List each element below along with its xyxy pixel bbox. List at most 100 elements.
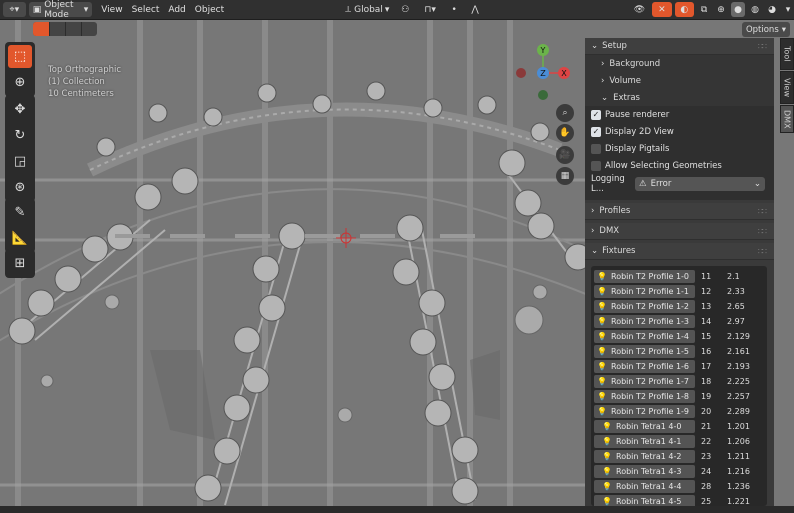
camera-icon[interactable]: 🎥	[556, 146, 574, 164]
snap-button[interactable]: ⊓▾	[417, 2, 444, 17]
selection-mode-buttons[interactable]	[33, 22, 97, 36]
select-new-icon[interactable]	[33, 22, 49, 36]
drag-handle-icon[interactable]: ∷∷	[758, 207, 767, 216]
list-item[interactable]: 💡 Robin T2 Profile 1-2 13 2.65	[591, 299, 767, 314]
menu-object[interactable]: Object	[195, 5, 224, 15]
checkbox-unchecked-icon[interactable]	[591, 160, 601, 171]
section-profiles[interactable]: › Profiles ∷∷	[585, 203, 774, 220]
shading-solid-icon[interactable]: ●	[731, 2, 746, 17]
select-extend-icon[interactable]	[49, 22, 65, 36]
overlay-button[interactable]: ◐	[674, 2, 695, 17]
select-invert-icon[interactable]	[81, 22, 97, 36]
gizmo-y-label: Y	[540, 46, 546, 55]
allow-selecting-checkbox[interactable]: Allow Selecting Geometries	[585, 157, 774, 174]
list-item[interactable]: 💡 Robin T2 Profile 1-5 16 2.161	[591, 344, 767, 359]
chevron-down-icon: ⌄	[753, 178, 761, 189]
annotate-tool-icon[interactable]: ✎	[8, 201, 32, 224]
menu-view[interactable]: View	[101, 5, 122, 15]
scale-info-text: 10 Centimeters	[48, 89, 114, 99]
move-tool-icon[interactable]: ✥	[8, 98, 32, 121]
scale-tool-icon[interactable]: ◲	[8, 150, 32, 173]
list-item[interactable]: 💡 Robin Tetra1 4-4 28 1.236	[591, 479, 767, 494]
xray-button[interactable]: ⧉	[697, 2, 712, 17]
list-item[interactable]: 💡 Robin Tetra1 4-3 24 1.216	[591, 464, 767, 479]
lightbulb-icon: 💡	[602, 467, 612, 476]
fixture-name: Robin T2 Profile 1-5	[611, 347, 690, 356]
fixture-address: 2.161	[727, 347, 750, 356]
section-dmx[interactable]: › DMX ∷∷	[585, 223, 774, 240]
shading-material-icon[interactable]: ◍	[748, 2, 763, 17]
zoom-icon[interactable]: ⌕	[556, 104, 574, 122]
list-item[interactable]: 💡 Robin T2 Profile 1-6 17 2.193	[591, 359, 767, 374]
visibility-button[interactable]: 👁	[629, 2, 650, 17]
list-item[interactable]: 💡 Robin Tetra1 4-0 21 1.201	[591, 419, 767, 434]
tab-tool[interactable]: Tool	[780, 38, 794, 70]
subsection-extras[interactable]: ⌄ Extras	[585, 89, 774, 106]
chevron-right-icon: ›	[591, 206, 595, 216]
tab-view[interactable]: View	[780, 71, 794, 104]
display-2d-checkbox[interactable]: ✓ Display 2D View	[585, 123, 774, 140]
logging-level-dropdown[interactable]: ⚠ Error ⌄	[635, 176, 765, 191]
drag-handle-icon[interactable]: ∷∷	[758, 247, 767, 256]
measure-tool-icon[interactable]: 📐	[8, 227, 32, 250]
list-item[interactable]: 💡 Robin Tetra1 4-2 23 1.211	[591, 449, 767, 464]
status-bar	[0, 506, 794, 513]
list-item[interactable]: 💡 Robin T2 Profile 1-9 20 2.289	[591, 404, 767, 419]
menu-select[interactable]: Select	[132, 5, 160, 15]
gizmo-button[interactable]: ✕	[652, 2, 672, 17]
shading-options-button[interactable]: ▾	[782, 2, 794, 17]
list-item[interactable]: 💡 Robin Tetra1 4-1 22 1.206	[591, 434, 767, 449]
proportional-edit-button[interactable]: •	[446, 2, 463, 17]
subsection-background[interactable]: › Background	[585, 55, 774, 72]
shading-wireframe-icon[interactable]: ⊕	[714, 2, 729, 17]
ortho-grid-icon[interactable]: ▦	[556, 167, 574, 185]
pan-hand-icon[interactable]: ✋	[556, 124, 574, 142]
transform-tool-icon[interactable]: ⊛	[8, 176, 32, 199]
rotate-tool-icon[interactable]: ↻	[8, 124, 32, 147]
fixture-address: 2.97	[727, 317, 745, 326]
fixture-id: 21	[701, 422, 712, 431]
checkbox-checked-icon[interactable]: ✓	[591, 109, 601, 120]
fixtures-list[interactable]: 💡 Robin T2 Profile 1-0 11 2.1 💡 Robin T2 Pro…	[591, 266, 767, 506]
falloff-button[interactable]: ⋀	[465, 2, 485, 17]
fixture-address: 1.221	[727, 497, 750, 506]
pivot-point-button[interactable]: ⚇	[396, 2, 415, 17]
list-item[interactable]: 💡 Robin T2 Profile 1-8 19 2.257	[591, 389, 767, 404]
list-item[interactable]: 💡 Robin T2 Profile 1-7 18 2.225	[591, 374, 767, 389]
options-label: Options	[745, 24, 779, 35]
drag-handle-icon[interactable]: ∷∷	[758, 42, 767, 51]
select-box-tool-icon[interactable]: ⬚	[8, 45, 32, 68]
spacer	[585, 193, 774, 200]
tab-dmx[interactable]: DMX	[780, 105, 794, 133]
checkbox-unchecked-icon[interactable]	[591, 143, 601, 154]
editor-type-button[interactable]: ⌖▾	[3, 2, 26, 17]
fixture-id: 23	[701, 452, 712, 461]
lightbulb-icon: 💡	[597, 362, 607, 371]
navigation-gizmo[interactable]: Y Z X	[512, 42, 576, 100]
section-setup[interactable]: ⌄ Setup ∷∷	[585, 38, 774, 55]
select-subtract-icon[interactable]	[65, 22, 81, 36]
mode-label: Object Mode	[44, 0, 74, 20]
list-item[interactable]: 💡 Robin Tetra1 4-5 25 1.221	[591, 494, 767, 506]
fixture-address: 2.193	[727, 362, 750, 371]
lightbulb-icon: 💡	[597, 332, 607, 341]
menu-add[interactable]: Add	[168, 5, 185, 15]
list-item[interactable]: 💡 Robin T2 Profile 1-4 15 2.129	[591, 329, 767, 344]
mode-dropdown[interactable]: ▣ Object Mode ▾	[28, 0, 93, 20]
list-item[interactable]: 💡 Robin T2 Profile 1-3 14 2.97	[591, 314, 767, 329]
fixture-name: Robin T2 Profile 1-9	[611, 407, 690, 416]
list-item[interactable]: 💡 Robin T2 Profile 1-1 12 2.33	[591, 284, 767, 299]
drag-handle-icon[interactable]: ∷∷	[758, 227, 767, 236]
shading-rendered-icon[interactable]: ◕	[765, 2, 780, 17]
add-cube-tool-icon[interactable]: ⊞	[8, 252, 32, 275]
section-fixtures[interactable]: ⌄ Fixtures ∷∷	[585, 243, 774, 260]
fixture-name: Robin T2 Profile 1-8	[611, 392, 690, 401]
options-dropdown[interactable]: Options ▾	[742, 22, 790, 37]
transform-orientation-dropdown[interactable]: ⟂ Global ▾	[341, 2, 394, 17]
display-pigtails-checkbox[interactable]: Display Pigtails	[585, 140, 774, 157]
cursor-tool-icon[interactable]: ⊕	[8, 71, 32, 94]
subsection-volume[interactable]: › Volume	[585, 72, 774, 89]
checkbox-checked-icon[interactable]: ✓	[591, 126, 601, 137]
list-item[interactable]: 💡 Robin T2 Profile 1-0 11 2.1	[591, 269, 767, 284]
pause-renderer-checkbox[interactable]: ✓ Pause renderer	[585, 106, 774, 123]
